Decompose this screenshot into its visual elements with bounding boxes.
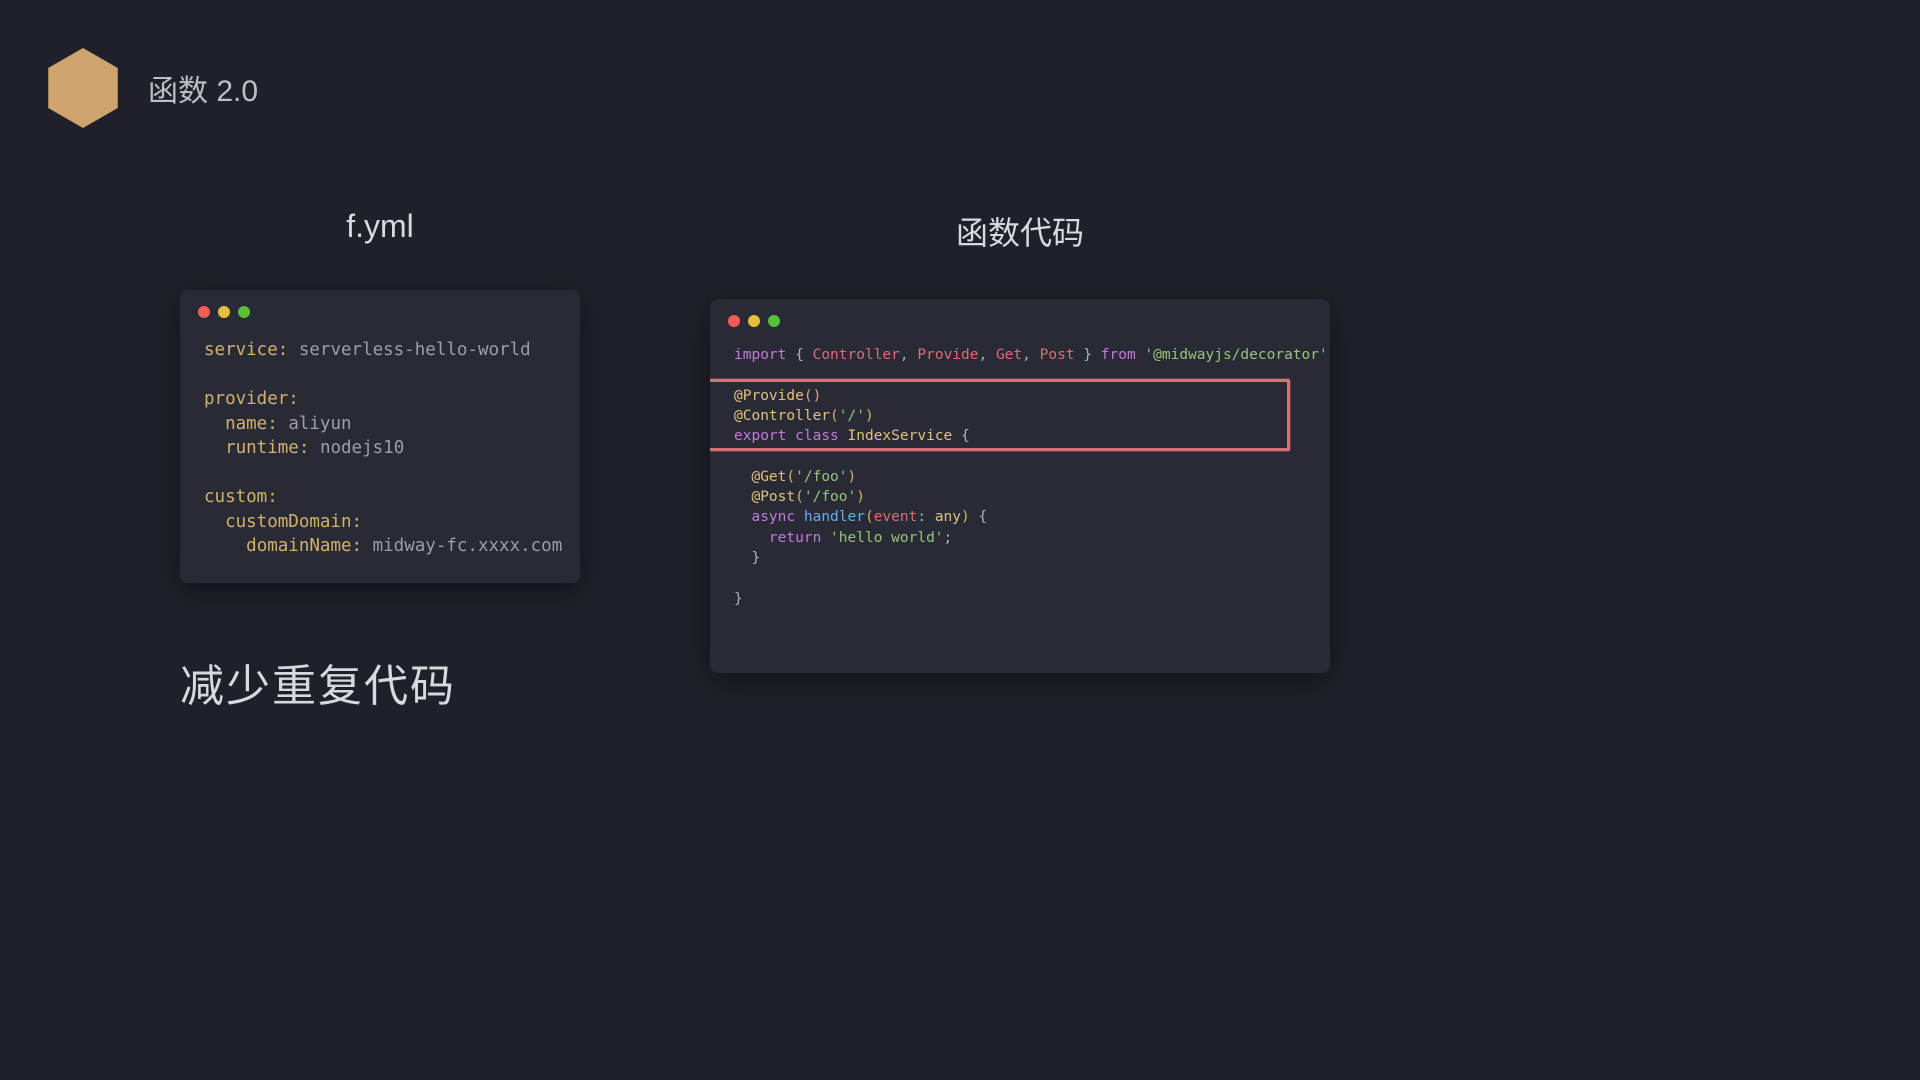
ts-code-content: import { Controller, Provide, Get, Post … xyxy=(710,327,1330,673)
window-titlebar xyxy=(180,290,580,318)
column-right: 函数代码 import { Controller, Provide, Get, … xyxy=(710,208,1330,673)
bottom-caption: 减少重复代码 xyxy=(180,650,456,714)
ts-code-window: import { Controller, Provide, Get, Post … xyxy=(710,299,1330,673)
close-icon xyxy=(728,315,740,327)
header: 函数 2.0 xyxy=(0,0,1458,128)
maximize-icon xyxy=(768,315,780,327)
column-left: f.yml service: serverless-hello-world pr… xyxy=(180,208,580,673)
right-column-title: 函数代码 xyxy=(710,208,1330,254)
maximize-icon xyxy=(238,306,250,318)
window-titlebar xyxy=(710,299,1330,327)
content-row: f.yml service: serverless-hello-world pr… xyxy=(0,128,1458,673)
close-icon xyxy=(198,306,210,318)
minimize-icon xyxy=(748,315,760,327)
hexagon-icon xyxy=(48,48,118,128)
yaml-code-window: service: serverless-hello-world provider… xyxy=(180,290,580,583)
yaml-code-content: service: serverless-hello-world provider… xyxy=(180,318,580,583)
minimize-icon xyxy=(218,306,230,318)
page-title: 函数 2.0 xyxy=(148,66,258,110)
left-column-title: f.yml xyxy=(180,208,580,245)
